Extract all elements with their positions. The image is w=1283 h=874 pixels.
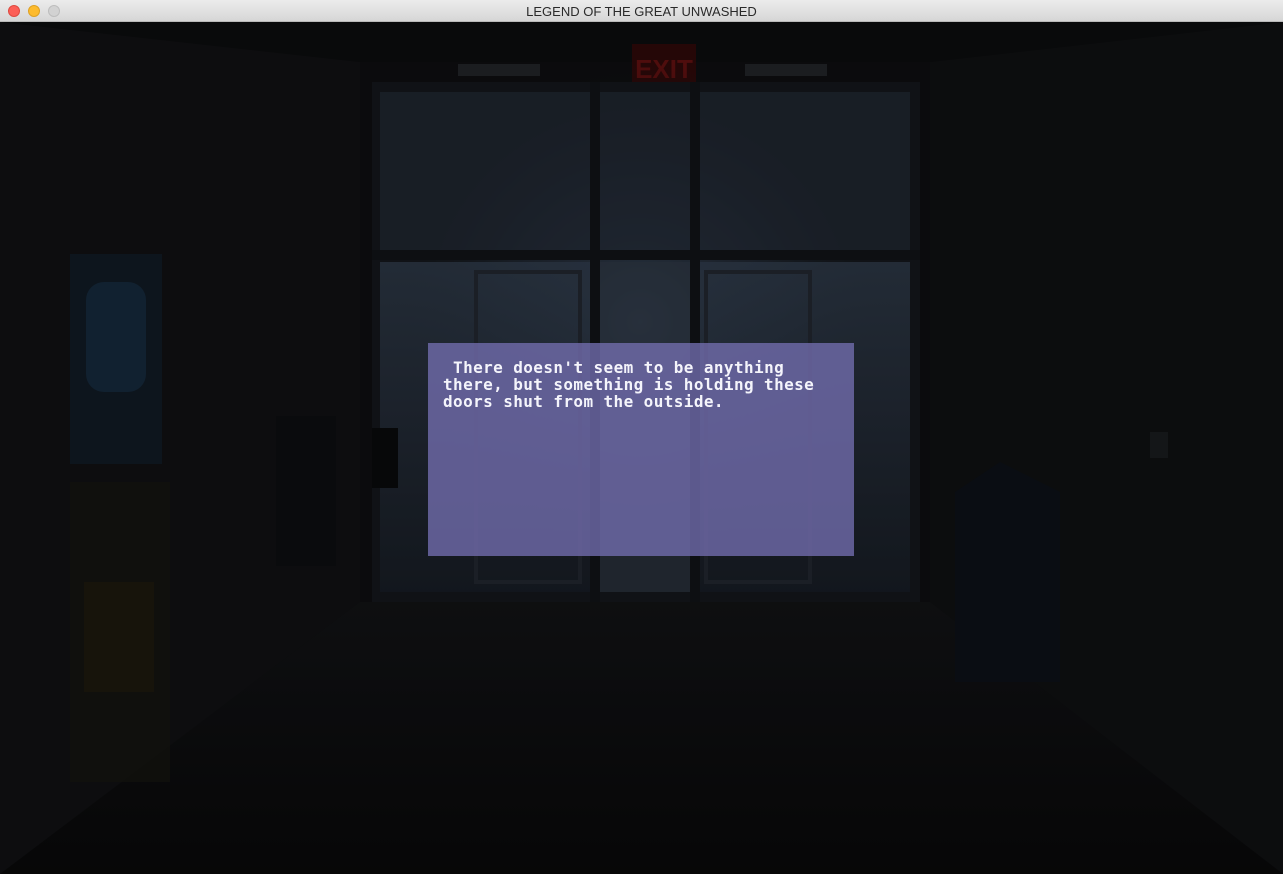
game-window: LEGEND OF THE GREAT UNWASHED There doesn…	[0, 0, 1283, 874]
game-viewport[interactable]: EXIT	[0, 22, 1283, 874]
dialog-text: There doesn't seem to be anything there,…	[443, 358, 825, 411]
dialog-box[interactable]: There doesn't seem to be anything there,…	[428, 343, 854, 556]
title-bar: LEGEND OF THE GREAT UNWASHED	[0, 0, 1283, 22]
window-title: LEGEND OF THE GREAT UNWASHED	[526, 4, 757, 19]
